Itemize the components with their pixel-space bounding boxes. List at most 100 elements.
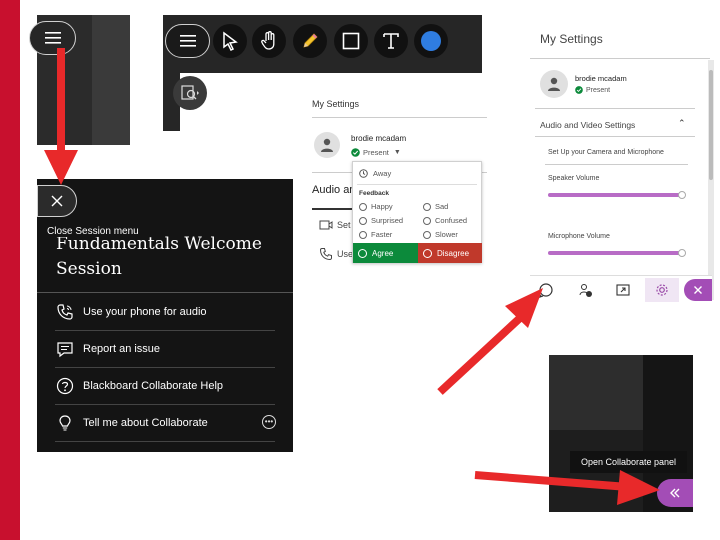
session-menu-button[interactable] (29, 21, 76, 55)
setup-label: Set (337, 220, 351, 230)
happy-face-icon (359, 202, 367, 211)
scrollbar[interactable] (708, 60, 714, 300)
microphone-volume-slider[interactable] (548, 251, 682, 255)
pencil-icon (303, 33, 318, 48)
surprised-face-icon (359, 216, 367, 225)
tab-attendees[interactable] (575, 280, 597, 300)
user-icon (548, 77, 560, 91)
faster-icon (359, 230, 367, 239)
color-icon (421, 31, 441, 51)
slower-icon (423, 230, 431, 239)
pencil-tool-button[interactable] (293, 24, 327, 58)
whiteboard-toolbar (163, 15, 482, 73)
speaker-volume-label: Speaker Volume (548, 175, 600, 182)
phone-icon (55, 302, 75, 322)
close-session-menu-button[interactable] (37, 185, 77, 217)
menu-icon (179, 35, 196, 47)
text-tool-button[interactable] (374, 24, 408, 58)
more-options-icon[interactable]: ••• (262, 415, 276, 429)
session-menu-closed-panel (29, 15, 130, 145)
microphone-volume-knob[interactable] (678, 249, 686, 257)
report-icon (55, 339, 75, 359)
collaborate-panel-tabs (530, 275, 712, 303)
menu-item-phone-audio[interactable]: Use your phone for audio (55, 294, 275, 331)
audio-video-section-header[interactable]: Audio and Video Settings (540, 120, 635, 130)
avatar (540, 70, 568, 98)
confused-face-icon (423, 216, 431, 225)
help-icon (55, 376, 75, 396)
color-tool-button[interactable] (414, 24, 448, 58)
user-name: brodie mcadam (575, 74, 627, 83)
setup-row[interactable]: Set (319, 219, 351, 231)
sad-option[interactable]: Sad (423, 202, 448, 211)
open-panel-tooltip: Open Collaborate panel (570, 451, 687, 473)
slower-option[interactable]: Slower (423, 230, 458, 239)
panel-title: My Settings (540, 32, 603, 46)
user-icon (321, 138, 333, 152)
phone-icon (319, 248, 332, 261)
menu-item-label: Use your phone for audio (83, 306, 207, 318)
my-settings-panel-large: My Settings brodie mcadam Present Audio … (530, 30, 714, 300)
panel-title: My Settings (312, 99, 360, 109)
feedback-header: Feedback (359, 190, 389, 197)
status-selector[interactable]: Present ▼ (351, 148, 401, 157)
text-icon (383, 33, 399, 49)
speaker-volume-slider[interactable] (548, 193, 682, 197)
confused-option[interactable]: Confused (423, 216, 467, 225)
happy-option[interactable]: Happy (359, 202, 393, 211)
rectangle-icon (342, 32, 360, 50)
agree-button[interactable]: Agree (353, 243, 418, 263)
select-tool-button[interactable] (213, 24, 247, 58)
menu-item-report-issue[interactable]: Report an issue (55, 331, 275, 368)
camera-setup-icon (319, 220, 333, 230)
close-panel-button[interactable] (684, 279, 712, 301)
microphone-volume-label: Microphone Volume (548, 233, 610, 240)
tab-share-content[interactable] (612, 280, 634, 300)
chevron-up-icon[interactable]: ⌃ (678, 118, 686, 129)
chevron-down-icon: ▼ (393, 149, 401, 156)
user-name: brodie mcadam (351, 134, 407, 143)
share-icon (616, 284, 630, 296)
zoom-document-icon (181, 85, 199, 100)
open-collaborate-panel-button[interactable] (657, 479, 693, 507)
status-selector[interactable]: Present (575, 86, 610, 94)
setup-camera-link[interactable]: Set Up your Camera and Microphone (548, 149, 664, 156)
clock-icon (359, 169, 368, 178)
lightbulb-icon (55, 413, 75, 433)
menu-item-about[interactable]: Tell me about Collaborate (55, 405, 275, 442)
arrow-up-right (437, 288, 543, 395)
chat-icon (538, 283, 553, 298)
pan-tool-button[interactable] (252, 24, 286, 58)
phone-label: Use (337, 249, 354, 259)
status-text: Present (363, 148, 389, 157)
zoom-button[interactable] (173, 76, 207, 110)
speaker-volume-knob[interactable] (678, 191, 686, 199)
faster-option[interactable]: Faster (359, 230, 392, 239)
gear-icon (656, 284, 668, 296)
disagree-button[interactable]: Disagree (418, 243, 482, 263)
menu-item-label: Tell me about Collaborate (83, 417, 208, 429)
away-option[interactable]: Away (359, 169, 391, 178)
tab-chat[interactable] (535, 280, 557, 300)
menu-item-label: Blackboard Collaborate Help (83, 380, 224, 392)
present-check-icon (351, 148, 360, 157)
shape-tool-button[interactable] (334, 24, 368, 58)
present-check-icon (575, 86, 583, 94)
divider (37, 292, 293, 293)
agree-icon (358, 248, 367, 258)
sad-face-icon (423, 202, 431, 211)
red-accent-strip (0, 0, 20, 540)
select-arrow-icon (223, 31, 238, 51)
menu-item-label: Report an issue (83, 343, 161, 355)
surprised-option[interactable]: Surprised (359, 216, 403, 225)
pan-hand-icon (261, 31, 275, 50)
session-menu-button[interactable] (165, 24, 210, 58)
phone-row[interactable]: Use (319, 247, 353, 261)
menu-icon (44, 32, 61, 44)
avatar (314, 132, 340, 158)
close-session-tooltip: Close Session menu (47, 226, 141, 237)
status-dropdown: Away Feedback Happy Surprised Faster Sad… (352, 161, 482, 263)
menu-item-help[interactable]: Blackboard Collaborate Help (55, 368, 275, 405)
tab-settings[interactable] (645, 278, 679, 302)
session-menu-panel: Fundamentals Welcome Session Close Sessi… (37, 179, 293, 452)
